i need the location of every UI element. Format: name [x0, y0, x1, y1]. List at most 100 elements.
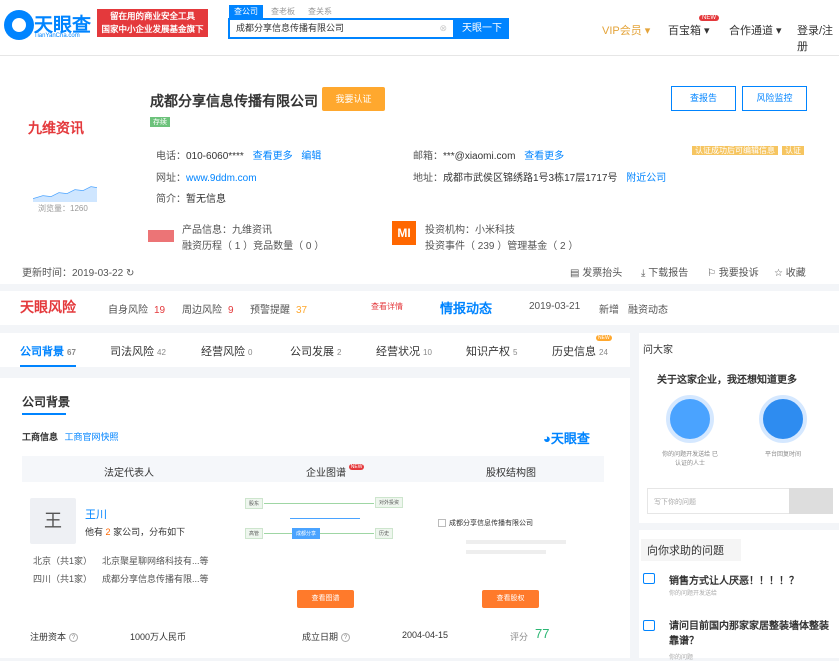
investor-info-line2[interactable]: 投资事件（ 239 ）管理基金（ 2 ）: [425, 237, 578, 252]
avatar[interactable]: 王: [30, 498, 76, 544]
legal-rep-name[interactable]: 王川: [85, 506, 107, 522]
section-tabs: 公司背景 67 司法风险 42 经营风险 0 公司发展 2 经营状况 10 知识产权 5 历…: [0, 333, 630, 367]
rep-company-name: 北京聚星聊网络科技有...等: [102, 556, 209, 566]
graph-node: 历史: [375, 528, 394, 539]
nav-login[interactable]: 登录/注册: [797, 22, 839, 54]
search-tabs: 查公司 查老板 查关系: [229, 5, 337, 18]
chat-icon: [643, 620, 655, 631]
views-sparkline: [33, 186, 97, 202]
top-header: 天眼查 TianYanCha.com 留在用的商业安全工具 国家中小企业发展基金…: [0, 0, 839, 56]
product-info-line1[interactable]: 产品信息：九维资讯: [182, 221, 272, 236]
tab-business-status-count: 10: [423, 348, 432, 357]
ask-submit-button[interactable]: [789, 488, 833, 514]
equity-company: 成都分享信息传播有限公司: [438, 518, 533, 528]
checkbox[interactable]: [438, 519, 446, 528]
nav-apps[interactable]: 百宝箱 ▾: [668, 22, 710, 38]
rep-company-row[interactable]: 四川（共1家） 成都分享信息传播有限...等: [33, 572, 209, 585]
question-sub: 你的问题开发送给: [669, 591, 718, 597]
tab-ip[interactable]: 知识产权 5: [466, 343, 517, 359]
search-tab-company[interactable]: 查公司: [229, 5, 263, 18]
risk-self[interactable]: 自身风险 19: [108, 301, 165, 316]
graph-node: 高管: [245, 528, 264, 539]
address-row: 地址：成都市武侯区锦绣路1号3栋17层1717号 附近公司: [413, 169, 666, 184]
intel-event-link[interactable]: 融资动态: [628, 301, 668, 316]
website-link[interactable]: www.9ddm.com: [186, 173, 257, 184]
tab-background[interactable]: 公司背景 67: [20, 343, 76, 367]
section-title: 公司背景: [22, 395, 71, 409]
investor-info-line1[interactable]: 投资机构：小米科技: [425, 221, 515, 236]
tab-development[interactable]: 公司发展 2: [290, 343, 341, 359]
risk-peripheral[interactable]: 周边风险 9: [182, 301, 234, 316]
tab-history[interactable]: 历史信息 24: [552, 343, 608, 359]
search-tab-boss[interactable]: 查老板: [266, 5, 300, 18]
tab-business-status[interactable]: 经营状况 10: [376, 343, 432, 359]
tab-legal-risk-count: 42: [157, 348, 166, 357]
view-equity-button[interactable]: 查看股权: [482, 590, 539, 608]
tianyancha-logo-icon[interactable]: [4, 10, 34, 40]
tab-development-count: 2: [337, 348, 342, 357]
claim-button[interactable]: 我要认证: [322, 87, 385, 111]
tab-operating-risk[interactable]: 经营风险 0: [201, 343, 252, 359]
tab-operating-risk-count: 0: [248, 348, 253, 357]
complaint-action[interactable]: ⚐ 我要投诉: [707, 264, 759, 279]
report-button[interactable]: 查报告: [671, 86, 736, 111]
intel-date: 2019-03-21: [529, 301, 581, 312]
product-logo: [148, 230, 174, 242]
verify-badge[interactable]: 认证: [782, 146, 804, 155]
risk-logo: 天眼风险: [20, 299, 76, 315]
question-item[interactable]: 销售方式让人厌恶！！！！？: [669, 572, 799, 587]
download-report-action[interactable]: ⤓ 下载报告: [641, 264, 688, 279]
refresh-icon[interactable]: ↻: [126, 268, 134, 279]
promo-banner[interactable]: 留在用的商业安全工具 国家中小企业发展基金旗下: [97, 9, 208, 37]
tab-legal-risk[interactable]: 司法风险 42: [110, 343, 166, 359]
legal-rep-company-count[interactable]: 2: [106, 527, 111, 537]
clear-icon[interactable]: ⊗: [439, 20, 447, 37]
ask-panel-title: 问大家: [643, 345, 673, 356]
phone-edit-link[interactable]: 编辑: [301, 151, 321, 162]
tab-business-status-label: 经营状况: [376, 346, 420, 358]
nav-partner[interactable]: 合作通道 ▾: [729, 22, 782, 38]
score-label: 评分: [510, 632, 529, 642]
ask-input[interactable]: 写下你的问题: [647, 488, 797, 514]
invoice-label: 发票抬头: [582, 268, 623, 279]
risk-strip: 天眼风险 自身风险 19 周边风险 9 预警提醒 37 查看详情 情报动态 2019-…: [0, 291, 839, 325]
status-badge: 存续: [150, 117, 170, 127]
views-count: 浏览量：1260: [38, 204, 88, 213]
tab-development-label: 公司发展: [290, 346, 334, 358]
help-icon[interactable]: ?: [341, 633, 351, 643]
search-input[interactable]: 成都分享信息传播有限公司 ⊗: [228, 18, 455, 39]
nav-vip[interactable]: VIP会员 ▾: [602, 22, 650, 38]
phone-more-link[interactable]: 查看更多: [253, 151, 293, 162]
help-icon[interactable]: ?: [69, 633, 79, 643]
complaint-label: 我要投诉: [718, 268, 759, 279]
risk-warning[interactable]: 预警提醒 37: [250, 301, 307, 316]
product-info-line2[interactable]: 融资历程（ 1 ）竞品数量（ 0 ）: [182, 237, 324, 252]
banner-line-1: 留在用的商业安全工具: [109, 11, 195, 21]
invoice-action[interactable]: ▤ 发票抬头: [570, 264, 622, 279]
biz-snapshot-link[interactable]: 工商官网快照: [65, 432, 119, 442]
rep-company-row[interactable]: 北京（共1家） 北京聚星聊网络科技有...等: [33, 554, 209, 567]
address-value: 成都市武侯区锦绣路1号3栋17层1717号: [443, 173, 618, 184]
graph-node: 股东: [245, 498, 264, 509]
tab-history-new-badge: NEW: [596, 335, 612, 341]
view-graph-button[interactable]: 查看图谱: [297, 590, 354, 608]
risk-monitor-button[interactable]: 风险监控: [742, 86, 807, 111]
est-date-label: 成立日期?: [302, 630, 351, 643]
tab-legal-risk-label: 司法风险: [110, 346, 154, 358]
nearby-companies-link[interactable]: 附近公司: [626, 173, 666, 184]
question-item[interactable]: 请问目前国内那家家居整装墙体整装靠谱？: [669, 619, 829, 649]
risk-peripheral-count: 9: [228, 305, 234, 316]
email-more-link[interactable]: 查看更多: [524, 151, 564, 162]
search-button[interactable]: 天眼一下: [455, 18, 509, 39]
search-tab-relation[interactable]: 查关系: [303, 5, 337, 18]
risk-details-link[interactable]: 查看详情: [371, 301, 403, 312]
favorite-action[interactable]: ☆ 收藏: [774, 264, 806, 279]
brand-text: 天眼查: [550, 431, 590, 446]
address-label: 地址：: [413, 173, 443, 184]
col-enterprise-graph: 企业图谱 NEW: [306, 464, 365, 479]
email-label: 邮箱：: [413, 151, 443, 162]
tab-background-count: 67: [67, 348, 76, 357]
company-background-section: 公司背景 工商信息 工商官网快照 ◕天眼查 法定代表人 企业图谱 NEW 股权结…: [0, 378, 630, 658]
graph-node: 对外投资: [375, 497, 404, 508]
website-label: 网址：: [156, 173, 186, 184]
